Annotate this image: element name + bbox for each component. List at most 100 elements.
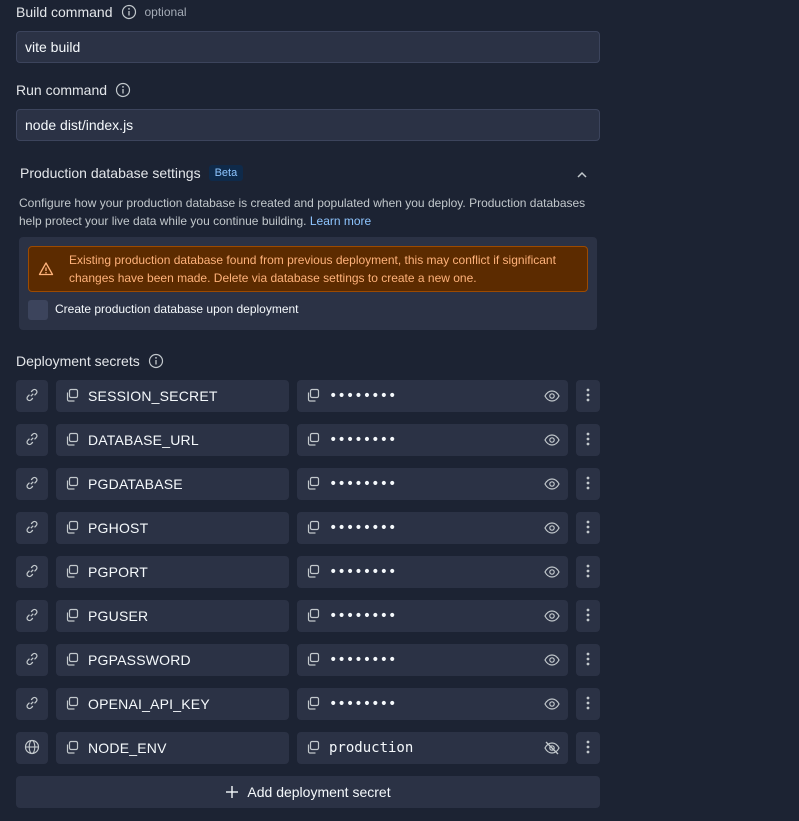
secret-key-field[interactable]: OPENAI_API_KEY [56, 688, 289, 720]
production-db-header[interactable]: Production database settings Beta [20, 165, 244, 181]
copy-icon[interactable] [305, 695, 321, 714]
copy-icon[interactable] [64, 651, 80, 670]
link-icon [24, 519, 40, 538]
link-icon-button[interactable] [16, 600, 48, 632]
more-vertical-icon [586, 652, 590, 669]
more-options-button[interactable] [576, 556, 600, 588]
run-command-input[interactable]: node dist/index.js [16, 109, 600, 141]
eye-icon[interactable] [544, 696, 560, 715]
eye-icon[interactable] [544, 520, 560, 539]
more-options-button[interactable] [576, 732, 600, 764]
secret-value-field[interactable]: •••••••• [297, 644, 568, 676]
link-icon-button[interactable] [16, 424, 48, 456]
secret-key-field[interactable]: NODE_ENV [56, 732, 289, 764]
create-db-checkbox-label: Create production database upon deployme… [55, 302, 299, 316]
copy-icon[interactable] [64, 431, 80, 450]
secret-value: •••••••• [329, 476, 397, 492]
copy-icon[interactable] [305, 563, 321, 582]
copy-icon[interactable] [64, 519, 80, 538]
copy-icon[interactable] [64, 695, 80, 714]
run-command-label: Run command [16, 82, 108, 98]
more-options-button[interactable] [576, 424, 600, 456]
secret-value-field[interactable]: •••••••• [297, 380, 568, 412]
copy-icon[interactable] [305, 607, 321, 626]
build-command-label: Build command [16, 4, 113, 20]
secret-key-field[interactable]: PGPASSWORD [56, 644, 289, 676]
copy-icon[interactable] [305, 431, 321, 450]
link-icon-button[interactable] [16, 512, 48, 544]
secret-key-field[interactable]: DATABASE_URL [56, 424, 289, 456]
copy-icon[interactable] [64, 475, 80, 494]
secret-key: PGDATABASE [88, 476, 183, 492]
eye-off-icon[interactable] [544, 740, 560, 759]
build-command-input[interactable]: vite build [16, 31, 600, 63]
eye-icon[interactable] [544, 564, 560, 583]
warning-banner: Existing production database found from … [28, 246, 588, 292]
secret-value: production [329, 740, 414, 756]
secret-key: PGPORT [88, 564, 149, 580]
secret-value: •••••••• [329, 652, 397, 668]
copy-icon[interactable] [305, 739, 321, 758]
more-options-button[interactable] [576, 688, 600, 720]
link-icon-button[interactable] [16, 380, 48, 412]
secret-value: •••••••• [329, 432, 397, 448]
plus-icon [225, 785, 239, 799]
secret-key-field[interactable]: PGHOST [56, 512, 289, 544]
secret-value-field[interactable]: •••••••• [297, 688, 568, 720]
secret-value: •••••••• [329, 608, 397, 624]
eye-icon[interactable] [544, 388, 560, 407]
link-icon-button[interactable] [16, 644, 48, 676]
link-icon-button[interactable] [16, 556, 48, 588]
eye-icon[interactable] [544, 476, 560, 495]
learn-more-link[interactable]: Learn more [310, 214, 371, 228]
production-db-description: Configure how your production database i… [19, 194, 599, 230]
copy-icon[interactable] [64, 739, 80, 758]
copy-icon[interactable] [305, 651, 321, 670]
eye-icon[interactable] [544, 432, 560, 451]
secret-key-field[interactable]: PGUSER [56, 600, 289, 632]
copy-icon[interactable] [64, 563, 80, 582]
more-options-button[interactable] [576, 380, 600, 412]
copy-icon[interactable] [64, 387, 80, 406]
eye-icon[interactable] [544, 652, 560, 671]
eye-icon[interactable] [544, 608, 560, 627]
link-icon-button[interactable] [16, 468, 48, 500]
secret-value-field[interactable]: •••••••• [297, 600, 568, 632]
build-command-value: vite build [25, 39, 81, 55]
secret-value-field[interactable]: •••••••• [297, 556, 568, 588]
secret-value-field[interactable]: •••••••• [297, 424, 568, 456]
secret-key-field[interactable]: PGDATABASE [56, 468, 289, 500]
warning-text: Existing production database found from … [69, 253, 556, 285]
secret-key: DATABASE_URL [88, 432, 199, 448]
link-icon [24, 563, 40, 582]
more-vertical-icon [586, 740, 590, 757]
info-icon[interactable] [121, 4, 137, 20]
link-icon-button[interactable] [16, 688, 48, 720]
secret-value-field[interactable]: production [297, 732, 568, 764]
secret-value-field[interactable]: •••••••• [297, 468, 568, 500]
more-options-button[interactable] [576, 644, 600, 676]
secret-row: PGUSER •••••••• [16, 600, 600, 632]
info-icon[interactable] [115, 82, 131, 98]
copy-icon[interactable] [305, 475, 321, 494]
create-db-checkbox[interactable] [28, 300, 48, 320]
copy-icon[interactable] [305, 519, 321, 538]
secret-key-field[interactable]: PGPORT [56, 556, 289, 588]
link-icon [24, 475, 40, 494]
info-icon[interactable] [148, 353, 164, 369]
chevron-up-icon[interactable] [576, 168, 588, 184]
copy-icon[interactable] [64, 607, 80, 626]
description-text: Configure how your production database i… [19, 196, 586, 228]
globe-icon-button[interactable] [16, 732, 48, 764]
add-deployment-secret-button[interactable]: Add deployment secret [16, 776, 600, 808]
more-options-button[interactable] [576, 600, 600, 632]
production-db-title: Production database settings [20, 165, 201, 181]
secret-key: SESSION_SECRET [88, 388, 218, 404]
more-options-button[interactable] [576, 468, 600, 500]
secret-key-field[interactable]: SESSION_SECRET [56, 380, 289, 412]
more-vertical-icon [586, 432, 590, 449]
secret-value-field[interactable]: •••••••• [297, 512, 568, 544]
more-options-button[interactable] [576, 512, 600, 544]
secret-row: OPENAI_API_KEY •••••••• [16, 688, 600, 720]
copy-icon[interactable] [305, 387, 321, 406]
